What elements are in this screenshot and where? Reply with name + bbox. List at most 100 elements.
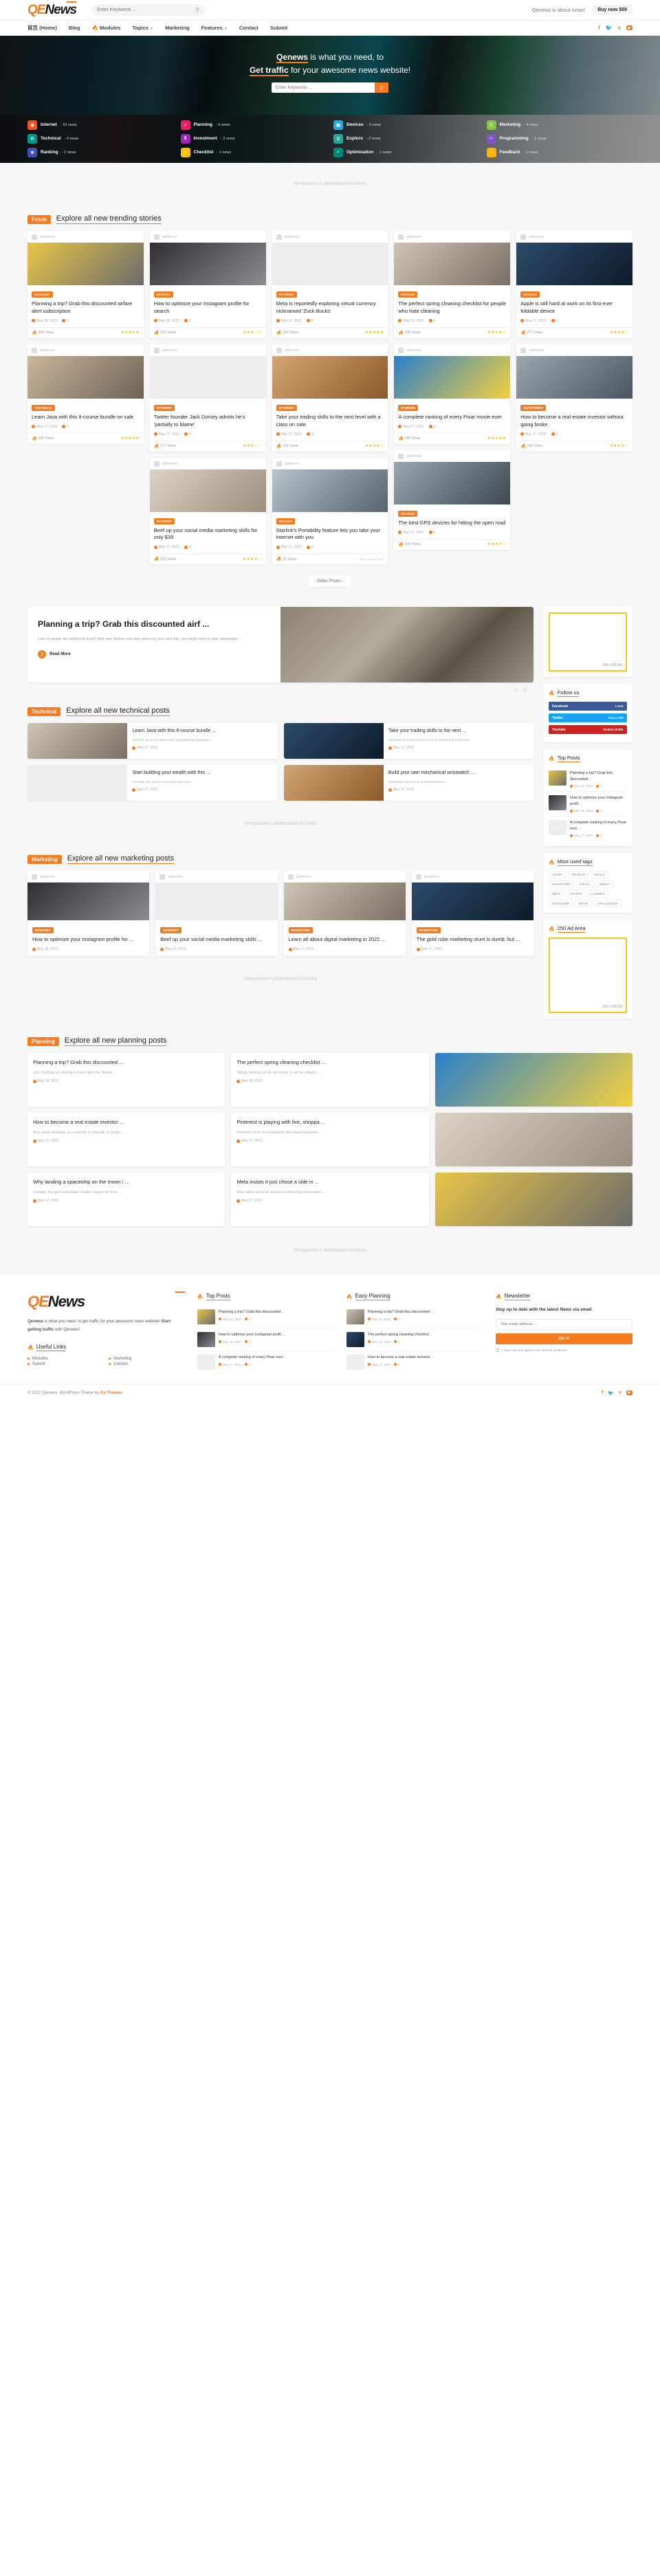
article-title[interactable]: Twitter founder Jack Dorsey admits he's … xyxy=(154,414,262,429)
article-title[interactable]: Meta is reportedly exploring virtual cur… xyxy=(276,300,384,315)
category-badge[interactable]: INTERNET xyxy=(160,927,182,934)
category-badge[interactable]: MARKETING xyxy=(416,927,441,934)
newsletter-email-input[interactable] xyxy=(495,1319,632,1331)
article-card[interactable]: qethemes INTERNET Beef up your social medi… xyxy=(149,457,266,565)
post-title[interactable]: A complete ranking of every Pixar mov .. xyxy=(219,1355,334,1361)
article-card[interactable]: qethemes INTERNET Twitter founder Jack Dor… xyxy=(149,344,266,452)
tag-chip[interactable]: CHALLENGES xyxy=(593,900,622,908)
older-posts-button[interactable]: Older Posts › xyxy=(309,575,351,588)
category-badge[interactable]: INTERNET xyxy=(153,518,175,524)
nav-item-marketing[interactable]: Marketing xyxy=(165,25,189,31)
top-post-item[interactable]: A complete ranking of every Pixar mov ..… xyxy=(197,1351,334,1373)
category-badge[interactable]: RANKING xyxy=(398,404,419,411)
category-item-programming[interactable]: ‹› Programming - 1 news xyxy=(486,133,633,144)
vimeo-icon[interactable]: v xyxy=(618,25,621,31)
vimeo-icon[interactable]: v xyxy=(619,1390,622,1396)
marketing-card[interactable]: qethemes INTERNET How to optimize your Ins… xyxy=(28,871,150,957)
article-title[interactable]: Learn all about digital marketing in 202… xyxy=(289,936,401,944)
article-title[interactable]: Why landing a spaceship on the moon i ..… xyxy=(33,1178,219,1186)
article-title[interactable]: Start building your wealth with this ... xyxy=(132,770,272,777)
twitter-icon[interactable]: 🐦 xyxy=(608,1390,614,1396)
leaderboard-ad-4[interactable]: Responsive Leaderboard Ad Area xyxy=(28,1239,632,1263)
footer-link[interactable]: ▶ Contact xyxy=(109,1362,184,1366)
social-row-facebook[interactable]: Facebook LIKE xyxy=(549,702,627,711)
category-item-ranking[interactable]: ❀ Ranking - 1 news xyxy=(28,146,174,158)
article-title[interactable]: How to become a real estate investor wit… xyxy=(520,414,628,429)
tag-chip[interactable]: TRADING xyxy=(568,871,589,879)
marketing-card[interactable]: qethemes INTERNET Beef up your social medi… xyxy=(155,871,278,957)
top-post-item[interactable]: How to become a real estate investor .. M… xyxy=(346,1351,483,1373)
marketing-card[interactable]: qethemes MARKETING Learn all about digital… xyxy=(283,871,406,957)
leaderboard-ad-1[interactable]: Responsive Leaderboard Ad Area xyxy=(28,173,632,194)
technical-row-card[interactable]: Start building your wealth with this ...… xyxy=(28,765,278,801)
technical-row-card[interactable]: Learn Java with this 8-course bundle ...… xyxy=(28,723,278,759)
category-badge[interactable]: DEVICES xyxy=(398,510,418,517)
tag-chip[interactable]: MEDIA xyxy=(596,880,613,889)
technical-row-card[interactable]: Take your trading skills to the next ...… xyxy=(283,723,534,759)
top-post-item[interactable]: How to optimize your Instagram profil ..… xyxy=(549,792,627,817)
article-card[interactable]: qethemes INTERNET Take your trading skills… xyxy=(272,344,388,452)
article-title[interactable]: How to become a real estate investor ... xyxy=(33,1118,219,1126)
checkbox-icon[interactable] xyxy=(495,1348,499,1353)
social-row-youtube[interactable]: Youtube SUBSCRIBE xyxy=(549,725,627,735)
youtube-icon[interactable]: ► xyxy=(626,1390,632,1396)
planning-card[interactable]: Pinterest is playing with live, shoppa .… xyxy=(231,1113,429,1167)
category-item-optimization[interactable]: ⌕ Optimization - 1 news xyxy=(333,146,480,158)
article-card[interactable]: qethemes DEVICES Apple is still hard at wo… xyxy=(516,231,632,338)
tag-chip[interactable]: META xyxy=(549,890,564,898)
marketing-card[interactable]: qethemes MARKETING The gold rube marketing… xyxy=(411,871,534,957)
top-post-item[interactable]: The perfect spring cleaning checklist ..… xyxy=(346,1329,483,1352)
tag-chip[interactable]: SPACESHIP xyxy=(549,900,573,908)
nav-item-topics[interactable]: Topics ▼ xyxy=(132,25,153,31)
planning-card[interactable]: The perfect spring cleaning checklist ..… xyxy=(231,1053,429,1107)
ad-square-label[interactable]: 250 x 250 AD xyxy=(549,937,627,1014)
copyright-brand[interactable]: Ax Themes xyxy=(100,1391,122,1395)
article-card[interactable]: qethemes DEVICES Starlink's Portability fe… xyxy=(272,457,388,565)
planning-card[interactable]: Meta insists it just chose a side in ...… xyxy=(231,1173,429,1227)
nav-item-modules[interactable]: 🔥 Modules xyxy=(92,25,121,31)
facebook-icon[interactable]: f xyxy=(598,25,600,31)
carousel-next-button[interactable]: › xyxy=(522,687,528,693)
top-post-item[interactable]: Planning a trip? Grab this discounted ..… xyxy=(549,767,627,792)
post-title[interactable]: Planning a trip? Grab this discounted .. xyxy=(570,770,627,782)
leaderboard-ad-2[interactable]: Responsive Leaderboard Ad Area xyxy=(28,812,534,836)
newsletter-submit-button[interactable]: Go in xyxy=(495,1333,632,1345)
category-item-marketing[interactable]: ☷ Marketing - 4 news xyxy=(486,119,633,131)
footer-logo[interactable]: QENews xyxy=(28,1291,185,1311)
category-item-internet[interactable]: ◉ Internet - 10 news xyxy=(28,119,174,131)
header-search[interactable]: ⚲ xyxy=(91,4,206,16)
top-post-item[interactable]: Planning a trip? Grab this discounted ..… xyxy=(197,1306,334,1329)
category-badge[interactable]: TECHNICAL xyxy=(32,404,55,411)
tag-chip[interactable]: SOCIAL xyxy=(575,880,595,889)
category-badge[interactable]: DEVICES xyxy=(153,291,173,298)
planning-card[interactable]: How to become a real estate investor ...… xyxy=(28,1113,226,1167)
site-logo[interactable]: QENews xyxy=(28,1,77,18)
planning-card[interactable] xyxy=(434,1113,632,1167)
category-badge[interactable]: INVESTMENT xyxy=(520,404,547,411)
article-card[interactable]: qethemes DEVICES The perfect spring cleani… xyxy=(394,231,511,338)
article-title[interactable]: Meta insists it just chose a side in ... xyxy=(236,1178,423,1186)
article-title[interactable]: Learn Java with this 8-course bundle ... xyxy=(132,728,272,735)
tag-chip[interactable]: MARKETING xyxy=(549,880,574,889)
newsletter-consent[interactable]: I have read and agree to the terms & con… xyxy=(495,1348,632,1353)
category-badge[interactable]: INTERNET xyxy=(276,404,298,411)
category-badge[interactable]: MARKETING xyxy=(288,927,313,934)
article-title[interactable]: A complete ranking of every Pixar movie … xyxy=(398,414,506,421)
planning-card[interactable]: Planning a trip? Grab this discounted ..… xyxy=(28,1053,226,1107)
post-title[interactable]: How to optimize your Instagram profil .. xyxy=(219,1332,334,1338)
leaderboard-ad-3[interactable]: Responsive Leaderboard Ad Area xyxy=(28,967,534,991)
hero-search-input[interactable] xyxy=(272,85,375,91)
article-title[interactable]: Build your own mechanical wristwatch ... xyxy=(388,770,529,777)
category-badge[interactable]: DEVICES xyxy=(398,291,418,298)
footer-link[interactable]: ▶ Submit xyxy=(28,1362,103,1366)
article-title[interactable]: How to optimize your Instagram profile f… xyxy=(154,300,262,315)
sidebar-ad-rect[interactable]: 300 x 250 AD xyxy=(543,607,632,678)
article-title[interactable]: Pinterest is playing with live, shoppa .… xyxy=(236,1118,423,1126)
nav-item-features[interactable]: Features ▼ xyxy=(201,25,228,31)
article-title[interactable]: Take your trading skills to the next lev… xyxy=(276,414,384,429)
article-card[interactable]: qethemes INVESTMENT How to become a real e… xyxy=(516,344,632,452)
top-post-item[interactable]: How to optimize your Instagram profil ..… xyxy=(197,1329,334,1352)
search-icon[interactable]: ⚲ xyxy=(195,7,199,13)
post-title[interactable]: A complete ranking of every Pixar mov .. xyxy=(570,820,627,832)
category-item-devices[interactable]: ▣ Devices - 5 news xyxy=(333,119,480,131)
